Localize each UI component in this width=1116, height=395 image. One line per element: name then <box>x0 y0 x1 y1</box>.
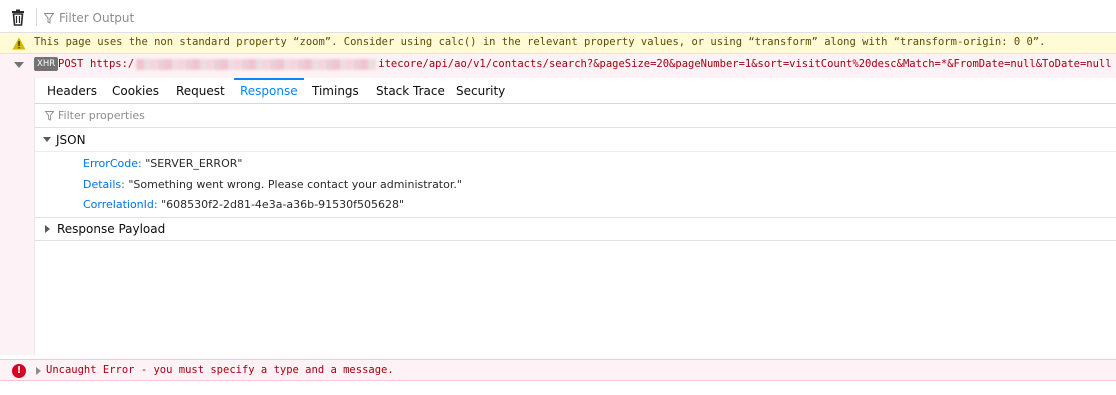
json-section-label: JSON <box>56 132 86 147</box>
xhr-badge: XHR <box>34 57 59 71</box>
console-toolbar: Filter Output <box>0 0 1116 33</box>
details-tabs: Headers Cookies Request Response Timings… <box>35 78 1116 104</box>
property-value: "Something went wrong. Please contact yo… <box>128 178 462 191</box>
request-url[interactable]: https:/ itecore/api/ao/v1/contacts/searc… <box>90 58 1112 70</box>
tab-headers[interactable]: Headers <box>41 78 103 104</box>
json-property-row[interactable]: Details: "Something went wrong. Please c… <box>83 178 462 196</box>
network-request-message: XHR POST https:/ itecore/api/ao/v1/conta… <box>0 54 1116 355</box>
json-section-header[interactable]: JSON <box>35 128 1116 152</box>
property-key: CorrelationId: <box>83 198 158 211</box>
collapse-arrow-icon[interactable] <box>14 62 24 68</box>
filter-output-input[interactable]: Filter Output <box>44 9 134 27</box>
response-payload-section-header[interactable]: Response Payload <box>35 217 1116 241</box>
url-prefix: https:/ <box>90 58 135 70</box>
expand-right-icon <box>45 225 50 233</box>
property-value: "SERVER_ERROR" <box>145 157 243 170</box>
redacted-host <box>136 59 377 70</box>
filter-output-placeholder: Filter Output <box>59 11 135 25</box>
warning-triangle-icon <box>12 37 26 50</box>
toolbar-separator <box>36 8 37 26</box>
warning-message: This page uses the non standard property… <box>0 33 1116 54</box>
error-text: Uncaught Error - you must specify a type… <box>46 364 394 376</box>
tab-response[interactable]: Response <box>234 78 304 104</box>
expand-right-icon[interactable] <box>36 367 41 375</box>
tab-cookies[interactable]: Cookies <box>106 78 165 104</box>
tab-timings[interactable]: Timings <box>306 78 365 104</box>
trash-icon[interactable] <box>10 9 26 26</box>
funnel-icon <box>45 110 54 121</box>
filter-properties-input[interactable]: Filter properties <box>35 104 1116 128</box>
filter-properties-placeholder: Filter properties <box>58 109 145 122</box>
warning-text: This page uses the non standard property… <box>34 36 1046 48</box>
error-circle-icon: ! <box>12 364 26 378</box>
property-key: Details: <box>83 178 125 191</box>
response-payload-label: Response Payload <box>57 222 166 236</box>
expand-down-icon <box>43 137 51 142</box>
url-suffix: itecore/api/ao/v1/contacts/search?&pageS… <box>378 58 1112 70</box>
tab-security[interactable]: Security <box>450 78 511 104</box>
property-value: "608530f2-2d81-4e3a-a36b-91530f505628" <box>161 198 405 211</box>
funnel-icon <box>44 12 54 24</box>
error-message: ! Uncaught Error - you must specify a ty… <box>0 359 1116 381</box>
request-summary-line[interactable]: XHR POST https:/ itecore/api/ao/v1/conta… <box>0 54 1116 75</box>
json-property-row[interactable]: ErrorCode: "SERVER_ERROR" <box>83 157 242 175</box>
tab-request[interactable]: Request <box>170 78 231 104</box>
request-method: POST <box>58 58 84 70</box>
property-key: ErrorCode: <box>83 157 142 170</box>
json-property-row[interactable]: CorrelationId: "608530f2-2d81-4e3a-a36b-… <box>83 198 404 216</box>
tab-stack-trace[interactable]: Stack Trace <box>370 78 451 104</box>
request-details-panel: Headers Cookies Request Response Timings… <box>34 78 1116 355</box>
